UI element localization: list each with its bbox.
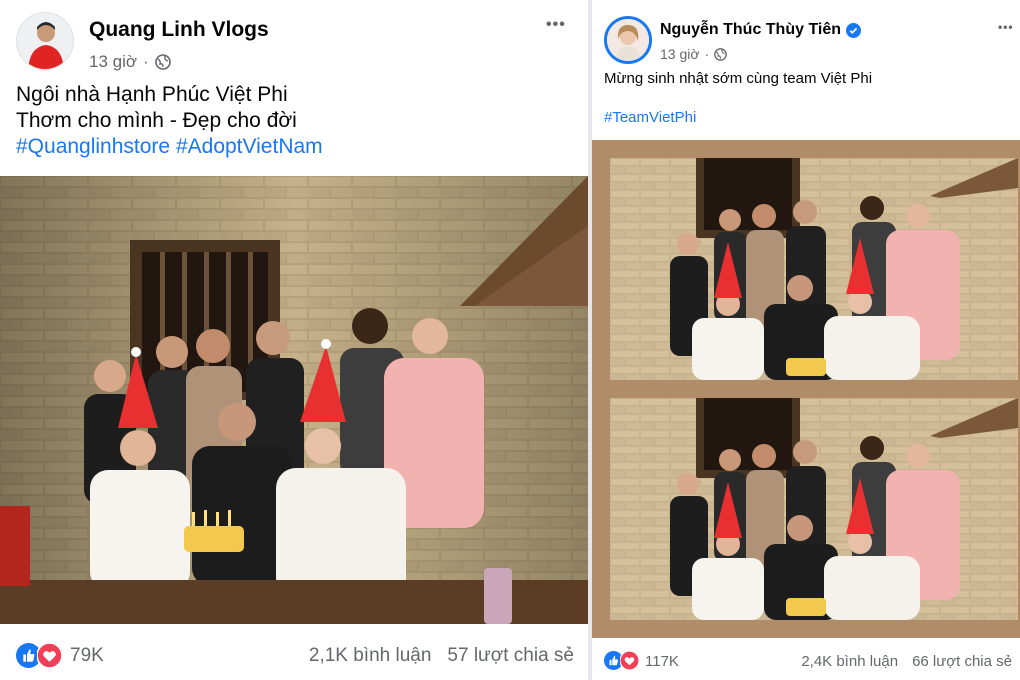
share-count[interactable]: 66 lượt chia sẻ [912, 653, 1012, 670]
more-options-button[interactable]: ••• [546, 16, 566, 34]
hashtag-quanglinhstore[interactable]: #Quanglinhstore [16, 135, 170, 158]
post-stats: 2,1K bình luận 57 lượt chia sẻ [309, 645, 574, 667]
meta-separator: · [143, 52, 149, 71]
meta-separator: · [704, 46, 710, 62]
reaction-icons[interactable] [16, 643, 62, 668]
hashtag-line: #Quanglinhstore #AdoptVietNam [16, 135, 323, 159]
globe-icon [154, 54, 171, 70]
post-quang-linh: Quang Linh Vlogs 13 giờ · ••• Ngôi nhà H… [0, 0, 588, 680]
post-footer: 117K 2,4K bình luận 66 lượt chia sẻ [592, 650, 1020, 674]
collage-photo-top [610, 158, 1018, 380]
post-text-line-2: Thơm cho mình - Đẹp cho đời [16, 109, 297, 132]
post-meta: 13 giờ · [660, 46, 728, 62]
comment-count[interactable]: 2,4K bình luận [801, 653, 898, 670]
post-photo[interactable] [0, 176, 588, 624]
double-birthday-photo [610, 158, 1018, 620]
reaction-count[interactable]: 117K [645, 653, 679, 670]
reaction-count[interactable]: 79K [70, 645, 104, 667]
reaction-icons[interactable] [604, 651, 639, 670]
verified-badge-icon [846, 22, 862, 38]
post-text-line-1: Ngôi nhà Hạnh Phúc Việt Phi [16, 83, 288, 106]
post-text: Mừng sinh nhật sớm cùng team Việt Phi [604, 70, 873, 87]
collage-photo-bottom [610, 398, 1018, 620]
author-avatar[interactable] [604, 16, 652, 64]
post-stats: 2,4K bình luận 66 lượt chia sẻ [801, 653, 1012, 670]
love-icon [620, 651, 639, 670]
post-meta: 13 giờ · [89, 52, 171, 72]
avatar-person-icon [28, 22, 64, 69]
share-count[interactable]: 57 lượt chia sẻ [447, 645, 574, 667]
post-time[interactable]: 13 giờ [89, 52, 137, 72]
post-thuy-tien: Nguyễn Thúc Thùy Tiên 13 giờ · ••• Mừng … [592, 0, 1020, 680]
author-name-text: Nguyễn Thúc Thùy Tiên [660, 21, 842, 38]
post-footer: 79K 2,1K bình luận 57 lượt chia sẻ [0, 640, 588, 672]
more-options-button[interactable]: ••• [998, 20, 1014, 34]
author-name[interactable]: Nguyễn Thúc Thùy Tiên [660, 21, 862, 39]
globe-icon [714, 47, 728, 61]
post-photo-collage[interactable] [592, 140, 1020, 638]
group-birthday-photo [0, 176, 588, 624]
hashtag-teamvietphi[interactable]: #TeamVietPhi [604, 109, 696, 126]
post-time[interactable]: 13 giờ [660, 46, 700, 62]
avatar-person-icon [607, 19, 649, 61]
comment-count[interactable]: 2,1K bình luận [309, 645, 432, 667]
author-name[interactable]: Quang Linh Vlogs [89, 18, 269, 42]
hashtag-adoptvietnam[interactable]: #AdoptVietNam [176, 135, 323, 158]
love-icon [37, 643, 62, 668]
author-avatar[interactable] [16, 12, 74, 70]
